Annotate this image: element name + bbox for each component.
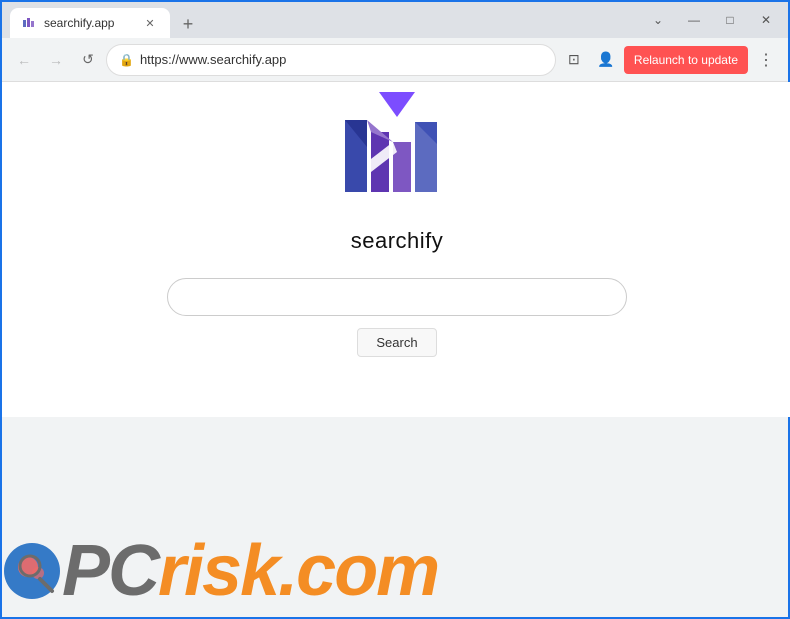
watermark-inner: PCrisk.com <box>2 535 438 607</box>
tab-favicon <box>22 16 36 30</box>
new-tab-button[interactable]: + <box>174 10 202 38</box>
address-bar[interactable]: 🔒 https://www.searchify.app <box>106 44 556 76</box>
relaunch-button[interactable]: Relaunch to update <box>624 46 748 74</box>
minimize-button[interactable]: — <box>680 6 708 34</box>
page-content: searchify Search <box>2 82 790 417</box>
close-button[interactable]: ✕ <box>752 6 780 34</box>
site-name: searchify <box>351 228 444 254</box>
tab-search-icon[interactable]: ⊡ <box>560 46 588 74</box>
logo-container: searchify <box>337 82 457 254</box>
browser-frame: searchify.app ✕ + ⌄ — □ ✕ ← → ↺ 🔒 https:… <box>0 0 790 619</box>
search-button[interactable]: Search <box>357 328 436 357</box>
lock-icon: 🔒 <box>119 53 134 67</box>
watermark-overlay: PCrisk.com <box>2 497 790 617</box>
watermark-dotcom: .com <box>278 531 438 611</box>
maximize-button[interactable]: □ <box>716 6 744 34</box>
toolbar-right: ⊡ 👤 Relaunch to update ⋮ <box>560 46 780 74</box>
tab-close-button[interactable]: ✕ <box>142 15 158 31</box>
title-bar: searchify.app ✕ + ⌄ — □ ✕ <box>2 2 788 38</box>
browser-menu-button[interactable]: ⋮ <box>752 46 780 74</box>
tab-area: searchify.app ✕ + <box>10 2 640 38</box>
reload-button[interactable]: ↺ <box>74 46 102 74</box>
watermark-text: PCrisk.com <box>62 535 438 607</box>
toolbar: ← → ↺ 🔒 https://www.searchify.app ⊡ 👤 Re… <box>2 38 788 82</box>
tab-title: searchify.app <box>44 16 134 30</box>
back-button[interactable]: ← <box>10 46 38 74</box>
window-controls: ⌄ — □ ✕ <box>644 6 780 34</box>
page-wrapper: searchify Search <box>2 82 790 617</box>
search-input[interactable] <box>167 278 627 316</box>
pcrisk-logo <box>2 541 62 601</box>
url-text: https://www.searchify.app <box>140 52 543 67</box>
watermark-risk: risk <box>158 531 278 611</box>
chevron-down-icon[interactable]: ⌄ <box>644 6 672 34</box>
site-logo <box>337 82 457 212</box>
forward-button[interactable]: → <box>42 46 70 74</box>
active-tab[interactable]: searchify.app ✕ <box>10 8 170 38</box>
profile-icon[interactable]: 👤 <box>592 46 620 74</box>
watermark-pc: PC <box>62 531 158 611</box>
